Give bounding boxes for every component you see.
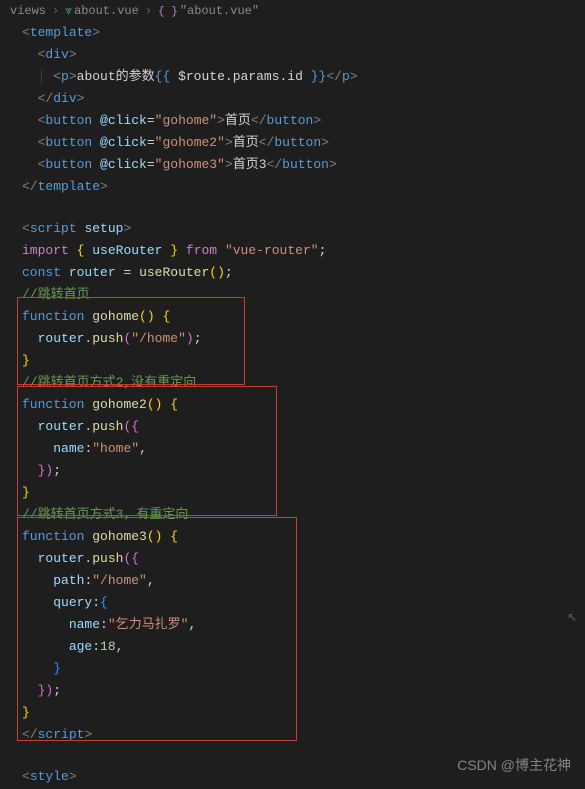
code-line[interactable]: }); bbox=[8, 460, 585, 482]
code-line[interactable]: } bbox=[8, 658, 585, 680]
code-line[interactable]: } bbox=[8, 702, 585, 724]
breadcrumb-part[interactable]: views bbox=[10, 4, 46, 18]
code-line[interactable]: } bbox=[8, 350, 585, 372]
code-line[interactable]: const router = useRouter(); bbox=[8, 262, 585, 284]
code-line[interactable]: </template> bbox=[8, 176, 585, 198]
code-line[interactable]: name:"乞力马扎罗", bbox=[8, 614, 585, 636]
code-line[interactable]: function gohome2() { bbox=[8, 394, 585, 416]
code-line[interactable] bbox=[8, 198, 585, 218]
code-line[interactable]: <button @click="gohome2">首页</button> bbox=[8, 132, 585, 154]
code-line[interactable]: │ <p>about的参数{{ $route.params.id }}</p> bbox=[8, 66, 585, 88]
code-line[interactable]: <script setup> bbox=[8, 218, 585, 240]
code-line[interactable]: }); bbox=[8, 680, 585, 702]
code-line[interactable]: query:{ bbox=[8, 592, 585, 614]
code-line[interactable]: //跳转首页方式2,没有重定向 bbox=[8, 372, 585, 394]
code-line[interactable]: function gohome() { bbox=[8, 306, 585, 328]
code-line[interactable]: //跳转首页方式3，有重定向 bbox=[8, 504, 585, 526]
code-line[interactable]: name:"home", bbox=[8, 438, 585, 460]
watermark: CSDN @博主花神 bbox=[457, 755, 571, 775]
code-line[interactable]: function gohome3() { bbox=[8, 526, 585, 548]
code-line[interactable]: router.push({ bbox=[8, 548, 585, 570]
code-line[interactable]: router.push({ bbox=[8, 416, 585, 438]
code-line[interactable]: import { useRouter } from "vue-router"; bbox=[8, 240, 585, 262]
chevron-right-icon: › bbox=[52, 4, 59, 18]
code-editor[interactable]: <template> <div> │ <p>about的参数{{ $route.… bbox=[0, 22, 585, 788]
code-line[interactable]: //跳转首页 bbox=[8, 284, 585, 306]
breadcrumb-part[interactable]: ⩔about.vue bbox=[65, 4, 139, 18]
breadcrumb-part[interactable]: { }"about.vue" bbox=[158, 4, 259, 18]
code-line[interactable]: <div> bbox=[8, 44, 585, 66]
code-line[interactable]: } bbox=[8, 482, 585, 504]
code-line[interactable]: <template> bbox=[8, 22, 585, 44]
code-line[interactable]: </script> bbox=[8, 724, 585, 746]
code-line[interactable]: path:"/home", bbox=[8, 570, 585, 592]
code-line[interactable]: router.push("/home"); bbox=[8, 328, 585, 350]
cursor-icon: ↖ bbox=[567, 606, 577, 626]
code-line[interactable]: <button @click="gohome">首页</button> bbox=[8, 110, 585, 132]
chevron-right-icon: › bbox=[145, 4, 152, 18]
braces-icon: { } bbox=[158, 6, 178, 18]
breadcrumb[interactable]: views › ⩔about.vue › { }"about.vue" bbox=[0, 0, 585, 22]
vue-icon: ⩔ bbox=[65, 4, 72, 18]
code-line[interactable]: </div> bbox=[8, 88, 585, 110]
code-line[interactable]: <button @click="gohome3">首页3</button> bbox=[8, 154, 585, 176]
code-line[interactable]: age:18, bbox=[8, 636, 585, 658]
